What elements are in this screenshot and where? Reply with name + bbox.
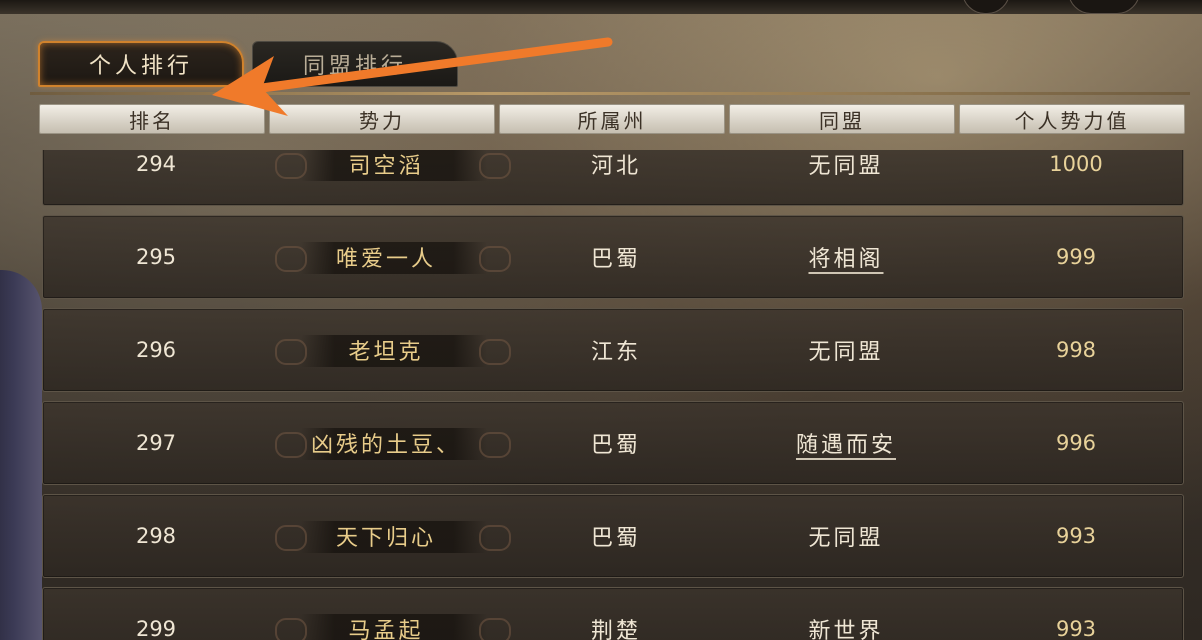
power-cell: 993 — [1055, 617, 1097, 640]
ranking-list[interactable]: 294 司空滔 河北 无同盟 1000 295 唯爱一人 巴蜀 将相阁 999 … — [30, 150, 1195, 640]
top-bar — [0, 0, 1202, 14]
player-name[interactable]: 天下归心 — [273, 495, 499, 577]
table-row[interactable]: 299 马孟起 荆楚 新世界 993 — [42, 587, 1184, 640]
state-cell: 巴蜀 — [590, 526, 641, 551]
state-cell: 巴蜀 — [590, 433, 641, 458]
top-button[interactable] — [1068, 0, 1140, 14]
column-header-faction[interactable]: 势力 — [269, 104, 495, 134]
rank-cell: 296 — [135, 338, 177, 362]
state-cell: 荆楚 — [590, 619, 641, 640]
tab-personal-ranking[interactable]: 个人排行 — [38, 41, 244, 87]
power-cell: 1000 — [1049, 152, 1103, 176]
player-name[interactable]: 马孟起 — [273, 588, 499, 640]
tab-divider — [30, 92, 1190, 95]
table-row[interactable]: 298 天下归心 巴蜀 无同盟 993 — [42, 494, 1184, 578]
rank-cell: 299 — [135, 617, 177, 640]
column-header-rank[interactable]: 排名 — [39, 104, 265, 134]
state-cell: 河北 — [590, 154, 641, 179]
table-row[interactable]: 296 老坦克 江东 无同盟 998 — [42, 308, 1184, 392]
tab-alliance-ranking[interactable]: 同盟排行 — [252, 41, 458, 87]
alliance-link[interactable]: 将相阁 — [808, 241, 883, 273]
state-cell: 巴蜀 — [590, 247, 641, 272]
rank-cell: 294 — [135, 152, 177, 176]
player-name[interactable]: 司空滔 — [273, 150, 499, 205]
ranking-screen: 个人排行 同盟排行 排名 势力 所属州 同盟 个人势力值 294 司空滔 河北 … — [0, 0, 1202, 640]
rank-cell: 298 — [135, 524, 177, 548]
player-name[interactable]: 老坦克 — [273, 309, 499, 391]
state-cell: 江东 — [590, 340, 641, 365]
table-row[interactable]: 297 凶残的土豆、 巴蜀 随遇而安 996 — [42, 401, 1184, 485]
alliance-cell: 将相阁 — [733, 216, 959, 298]
alliance-cell: 随遇而安 — [733, 402, 959, 484]
column-header-alliance[interactable]: 同盟 — [729, 104, 955, 134]
top-button[interactable] — [962, 0, 1010, 14]
rank-cell: 297 — [135, 431, 177, 455]
power-cell: 996 — [1055, 431, 1097, 455]
power-cell: 993 — [1055, 524, 1097, 548]
alliance-cell: 无同盟 — [808, 340, 884, 365]
player-name[interactable]: 唯爱一人 — [273, 216, 499, 298]
alliance-cell: 新世界 — [808, 619, 884, 640]
table-row[interactable]: 295 唯爱一人 巴蜀 将相阁 999 — [42, 215, 1184, 299]
alliance-cell: 无同盟 — [808, 154, 884, 179]
column-header-personal-power[interactable]: 个人势力值 — [959, 104, 1185, 134]
power-cell: 999 — [1055, 245, 1097, 269]
column-header-state[interactable]: 所属州 — [499, 104, 725, 134]
rank-cell: 295 — [135, 245, 177, 269]
player-name[interactable]: 凶残的土豆、 — [273, 402, 499, 484]
alliance-link[interactable]: 随遇而安 — [796, 427, 896, 459]
table-row[interactable]: 294 司空滔 河北 无同盟 1000 — [42, 150, 1184, 206]
power-cell: 998 — [1055, 338, 1097, 362]
alliance-cell: 无同盟 — [808, 526, 884, 551]
